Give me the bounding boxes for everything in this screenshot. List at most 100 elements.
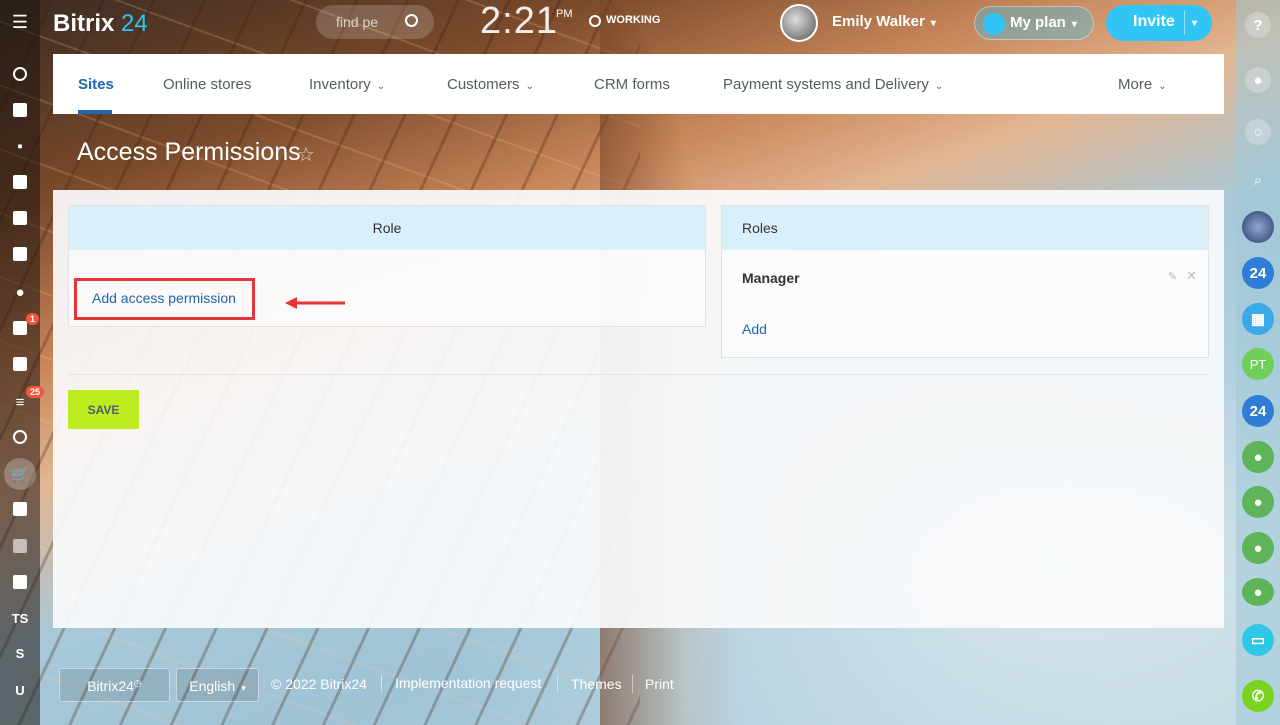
calendar-icon[interactable]: ▦ <box>1242 303 1274 335</box>
language-label: English <box>189 678 236 694</box>
target-icon[interactable] <box>8 425 32 449</box>
group-chat-icon[interactable]: ● <box>1242 578 1274 606</box>
clock-period: PM <box>556 8 573 20</box>
footer-brand: Bitrix24 <box>87 678 134 694</box>
themes-link[interactable]: Themes <box>571 676 622 692</box>
tab-sites[interactable]: Sites <box>78 76 114 93</box>
logo[interactable]: Bitrix 24 <box>53 10 148 38</box>
my-plan-button[interactable]: My plan ▾ <box>974 6 1094 40</box>
chevron-down-icon[interactable]: ▾ <box>1192 18 1197 29</box>
bitrix-chat-1[interactable]: 24 <box>1242 257 1274 289</box>
roles-header: Roles <box>722 206 1208 250</box>
group-chat-icon[interactable]: ● <box>1242 441 1274 473</box>
page-title: Access Permissions <box>77 138 301 166</box>
role-panel: Role Add access permission <box>68 205 706 327</box>
screen-share-icon[interactable]: ▭ <box>1242 624 1274 656</box>
pencil-icon[interactable]: ✎ <box>1168 270 1177 283</box>
top-nav: Sites Online stores Inventory ⌄ Customers… <box>53 54 1224 114</box>
invite-separator <box>1184 11 1185 35</box>
calendar-icon[interactable] <box>8 170 32 194</box>
user-menu[interactable]: Emily Walker ▾ <box>832 13 936 30</box>
employees-icon[interactable]: ● <box>8 280 32 304</box>
mail-badge: 1 <box>26 313 40 325</box>
work-status[interactable]: WORKING <box>606 14 660 26</box>
tasks-icon[interactable] <box>8 352 32 376</box>
package-icon[interactable] <box>8 570 32 594</box>
collaboration-icon[interactable] <box>8 62 32 86</box>
tab-payment-delivery[interactable]: Payment systems and Delivery ⌄ <box>723 76 943 93</box>
tab-more[interactable]: More ⌄ <box>1118 76 1167 93</box>
footer-brand-button[interactable]: Bitrix24◷ <box>59 668 170 702</box>
search-icon[interactable]: ⌕ <box>1242 164 1274 196</box>
ts-item[interactable]: TS <box>8 606 32 630</box>
tab-inventory-label: Inventory <box>309 76 371 93</box>
shop-icon[interactable]: 🛒 <box>4 458 36 490</box>
s-item[interactable]: S <box>8 641 32 665</box>
notification-bell-icon[interactable]: ● <box>1245 67 1271 93</box>
user-initials[interactable]: PT <box>1242 348 1274 380</box>
contact-avatar[interactable] <box>1242 211 1274 243</box>
tab-crm-forms[interactable]: CRM forms <box>594 76 670 93</box>
chevron-down-icon: ⌄ <box>376 81 386 92</box>
group-chat-icon[interactable]: ● <box>1242 486 1274 518</box>
close-icon[interactable]: ✕ <box>1186 268 1197 284</box>
add-access-permission-link[interactable]: Add access permission <box>92 290 236 306</box>
right-sidebar: ? ● ○ ⌕ 24 ▦ PT 24 ● ● ● ● ▭ ✆ <box>1236 0 1280 725</box>
chat-icon[interactable]: ▪ <box>8 134 32 158</box>
rocket-icon <box>983 13 1005 35</box>
avatar[interactable] <box>780 4 818 42</box>
bitrix-chat-2[interactable]: 24 <box>1242 395 1274 427</box>
top-header: Bitrix 24 find pe 2:21 PM WORKING Emily … <box>40 0 1224 48</box>
tab-customers-label: Customers <box>447 76 520 93</box>
tab-online-stores[interactable]: Online stores <box>163 76 251 93</box>
language-select[interactable]: English ▾ <box>176 668 259 702</box>
print-link[interactable]: Print <box>645 676 674 692</box>
add-role-link[interactable]: Add <box>742 321 767 337</box>
role-item-manager[interactable]: Manager <box>742 270 800 286</box>
feed-icon[interactable] <box>8 98 32 122</box>
chevron-down-icon: ⌄ <box>934 81 944 92</box>
feed-badge: 25 <box>26 386 45 398</box>
invite-label: Invite <box>1133 13 1175 30</box>
documents-icon[interactable] <box>8 206 32 230</box>
user-name: Emily Walker <box>832 13 925 30</box>
chevron-down-icon: ▾ <box>241 683 246 693</box>
work-status-icon[interactable] <box>589 15 601 27</box>
tab-more-label: More <box>1118 76 1153 93</box>
active-tab-indicator <box>78 110 112 114</box>
invite-button[interactable]: Invite ▾ <box>1106 5 1212 41</box>
tab-payment-label: Payment systems and Delivery <box>723 76 929 93</box>
logo-text: Bitrix <box>53 10 115 37</box>
hamburger-menu-icon[interactable]: ☰ <box>8 10 32 34</box>
footer-separator <box>632 675 633 693</box>
save-button[interactable]: SAVE <box>68 390 139 429</box>
footer-separator <box>557 675 558 693</box>
group-chat-icon[interactable]: ● <box>1242 532 1274 564</box>
contact-card-icon[interactable] <box>8 497 32 521</box>
roles-panel: Roles Manager ✎ ✕ Add <box>721 205 1209 358</box>
phone-icon[interactable]: ✆ <box>1242 680 1274 712</box>
chevron-down-icon: ⌄ <box>525 81 534 92</box>
chevron-down-icon: ⌄ <box>1158 81 1167 92</box>
tab-inventory[interactable]: Inventory ⌄ <box>309 76 385 93</box>
clock: 2:21 <box>480 0 558 42</box>
box-icon[interactable] <box>8 534 32 558</box>
star-icon[interactable]: ☆ <box>297 142 315 167</box>
copyright: © 2022 Bitrix24 <box>271 676 367 692</box>
clock-icon: ◷ <box>133 678 142 688</box>
u-item[interactable]: U <box>8 678 32 702</box>
messenger-icon[interactable]: ○ <box>1245 119 1271 145</box>
drive-icon[interactable] <box>8 242 32 266</box>
role-header: Role <box>69 206 705 250</box>
left-sidebar: ☰ ▪ ● 1 ≡ 25 🛒 TS S U <box>0 0 45 725</box>
highlight-box: Add access permission <box>74 278 255 320</box>
logo-number: 24 <box>121 10 148 37</box>
my-plan-label: My plan <box>1010 14 1066 31</box>
implementation-request-link[interactable]: Implementation request <box>395 675 541 691</box>
main-content: Role Add access permission Roles Manager… <box>53 190 1224 628</box>
search-icon[interactable] <box>405 14 418 27</box>
footer-separator <box>381 675 382 693</box>
chevron-down-icon: ▾ <box>1071 19 1077 30</box>
help-icon[interactable]: ? <box>1245 12 1271 38</box>
tab-customers[interactable]: Customers ⌄ <box>447 76 534 93</box>
